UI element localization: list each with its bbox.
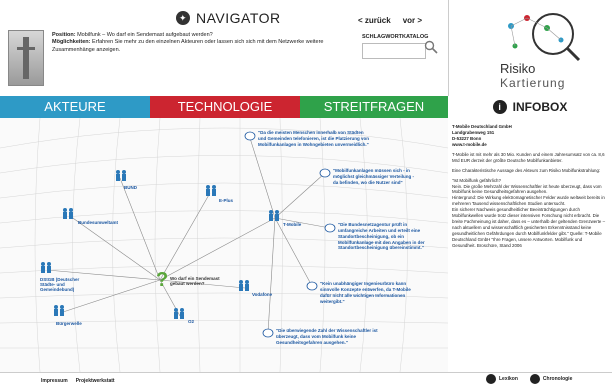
quote-3[interactable]: "Die Bundesnetzagentur prüft in umfangre… bbox=[338, 222, 434, 251]
center-question-icon: ? bbox=[156, 269, 168, 291]
infobox-paragraph-3: "Ist Mobilfunk gefährlich? Nein. Die gro… bbox=[452, 177, 606, 248]
chronologie-icon bbox=[529, 374, 540, 384]
infobox-paragraph-2: Eine Charakteristische Aussage des Akteu… bbox=[452, 167, 601, 173]
quote-5[interactable]: "Die überwiegende Zahl der Wissenschaftl… bbox=[276, 328, 386, 346]
tab-technologie[interactable]: TECHNOLOGIE bbox=[150, 96, 300, 118]
position-text: Position: Mobilfunk – Wo darf ein Sendem… bbox=[52, 32, 342, 54]
svg-text:?: ? bbox=[156, 269, 168, 291]
actor-network-map: ? BUND E-Plus Bundesumweltamt T-Mobile D… bbox=[0, 118, 448, 372]
center-question-label[interactable]: Wo darf ein Sendemast gebaut werden? bbox=[170, 276, 224, 286]
connections bbox=[46, 137, 331, 334]
chronologie-button[interactable]: Chronologie bbox=[529, 374, 573, 384]
node-label-bundesumweltamt[interactable]: Bundesumweltamt bbox=[78, 220, 118, 225]
cell-tower-thumbnail bbox=[8, 30, 44, 86]
app-frame: ✦ NAVIGATOR < zurück vor > Position: Mob… bbox=[0, 0, 612, 390]
infobox-title: INFOBOX bbox=[512, 100, 568, 114]
actor-icons bbox=[41, 170, 279, 319]
compass-icon: ✦ bbox=[176, 11, 190, 25]
infobox-header: i INFOBOX bbox=[448, 96, 612, 119]
node-label-eplus[interactable]: E-Plus bbox=[219, 198, 233, 203]
tab-akteure[interactable]: AKTEURE bbox=[0, 96, 150, 118]
node-label-vodafone[interactable]: Vodafone bbox=[252, 292, 272, 297]
navigator-title-text: NAVIGATOR bbox=[196, 10, 281, 26]
lexikon-label: Lexikon bbox=[499, 376, 518, 382]
projektwerkstatt-link[interactable]: Projektwerkstatt bbox=[76, 378, 115, 384]
infobox-content: T-Mobile Deutschland GmbH Landgrabenweg … bbox=[452, 124, 606, 253]
info-icon: i bbox=[492, 100, 507, 114]
impressum-link[interactable]: Impressum bbox=[41, 378, 68, 384]
node-label-bund[interactable]: BUND bbox=[124, 185, 137, 190]
options-value: Erfahren Sie mehr zu den einzelnen Akteu… bbox=[52, 39, 324, 53]
position-label: Position: bbox=[52, 32, 76, 38]
node-label-o2[interactable]: O2 bbox=[188, 319, 194, 324]
position-value: Mobilfunk – Wo darf ein Sendemast aufgeb… bbox=[77, 32, 213, 38]
infobox-address: T-Mobile Deutschland GmbH Landgrabenweg … bbox=[452, 124, 512, 147]
search-icon[interactable] bbox=[424, 40, 438, 54]
tab-streitfragen[interactable]: STREITFRAGEN bbox=[300, 96, 448, 118]
search-input[interactable] bbox=[362, 43, 426, 59]
footer-links: Impressum Projektwerkstatt bbox=[41, 378, 115, 384]
quote-4[interactable]: "Kein unabhängiger Ingenieurbüro kann si… bbox=[320, 281, 416, 304]
options-label: Möglichkeiten: bbox=[52, 39, 91, 46]
speech-bubble-icons bbox=[244, 131, 336, 338]
back-link[interactable]: < zurück bbox=[358, 16, 391, 25]
quote-2[interactable]: "Mobilfunkanlagen müssen sich - in mögli… bbox=[333, 168, 419, 186]
infobox-paragraph-1: T-Mobile ist mit mehr als 30 Mio. Kunden… bbox=[452, 151, 605, 163]
navigator-title: ✦ NAVIGATOR bbox=[176, 10, 281, 26]
logo-text-kartierung: Kartierung bbox=[500, 76, 566, 90]
node-label-dstgb[interactable]: DStGB (Deutscher Städte- und Gemeindebun… bbox=[40, 277, 86, 292]
catalog-label: SCHLAGWORTKATALOG bbox=[362, 34, 429, 40]
quote-1[interactable]: "Da die meisten Menschen innerhalb von S… bbox=[258, 130, 370, 148]
logo-text-risiko: Risiko bbox=[500, 61, 536, 76]
node-label-buergerwelle[interactable]: Bürgerwelle bbox=[56, 321, 82, 326]
node-label-tmobile[interactable]: T-Mobile bbox=[283, 222, 301, 227]
nav-links: < zurück vor > bbox=[358, 16, 422, 25]
forward-link[interactable]: vor > bbox=[403, 16, 422, 25]
chronologie-label: Chronologie bbox=[542, 376, 573, 382]
lexikon-icon bbox=[486, 374, 496, 384]
footer-tools: Lexikon Chronologie bbox=[486, 374, 572, 384]
lexikon-button[interactable]: Lexikon bbox=[486, 374, 518, 384]
